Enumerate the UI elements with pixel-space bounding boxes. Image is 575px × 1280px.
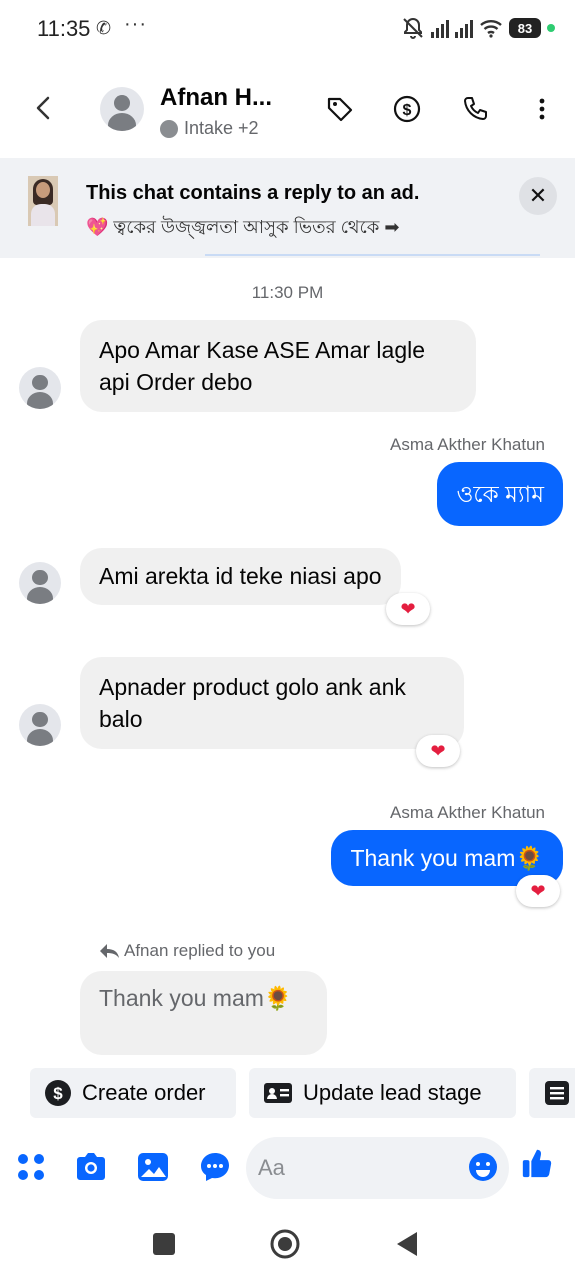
- camera-icon[interactable]: [74, 1150, 108, 1184]
- message-text: balo: [99, 706, 143, 732]
- sender-avatar[interactable]: [19, 367, 61, 409]
- svg-text:$: $: [53, 1084, 63, 1103]
- sender-name: Asma Akther Khatun: [390, 803, 545, 822]
- phone-icon[interactable]: [460, 94, 490, 124]
- mute-bell-icon: [403, 17, 423, 39]
- back-arrow-icon[interactable]: [28, 92, 60, 124]
- more-actions-button[interactable]: [529, 1068, 575, 1118]
- status-icons: 83: [401, 16, 555, 40]
- sender-name: Asma Akther Khatun: [390, 435, 545, 454]
- sender-avatar[interactable]: [19, 562, 61, 604]
- message-text: Apo Amar Kase ASE Amar lagle: [99, 337, 426, 363]
- message-bubble-incoming[interactable]: Ami arekta id teke niasi apo: [80, 548, 401, 605]
- status-time: 11:35: [37, 16, 91, 41]
- recent-apps-icon[interactable]: [152, 1232, 176, 1256]
- emoji-icon[interactable]: [467, 1151, 499, 1183]
- contact-name[interactable]: Afnan H...: [160, 84, 272, 112]
- battery-icon: 83: [509, 18, 541, 38]
- message-bubble-outgoing[interactable]: ওকে ম্যাম: [437, 462, 563, 526]
- message-input[interactable]: [258, 1151, 458, 1185]
- reply-notice-text: Afnan replied to you: [124, 941, 276, 960]
- chat-timestamp: 11:30 PM: [251, 283, 324, 302]
- more-notifications-icon: ···: [124, 13, 147, 35]
- gallery-icon[interactable]: [136, 1150, 170, 1184]
- privacy-indicator-icon: [547, 24, 555, 32]
- back-icon[interactable]: [395, 1230, 419, 1258]
- svg-text:$: $: [403, 102, 412, 119]
- create-order-label: Create order: [82, 1080, 206, 1105]
- tag-icon[interactable]: [325, 94, 355, 124]
- wifi-icon: [480, 20, 502, 38]
- message-text: Apnader product golo ank ank: [99, 674, 406, 700]
- signal-1-icon: [431, 18, 449, 38]
- list-icon: [545, 1081, 569, 1105]
- ad-banner-title: This chat contains a reply to an ad.: [86, 182, 420, 204]
- message-bubble-incoming[interactable]: Apnader product golo ank ank balo: [80, 657, 464, 749]
- message-text: ওকে ম্যাম: [456, 481, 544, 507]
- contact-avatar[interactable]: [100, 87, 144, 131]
- reply-message-bubble[interactable]: Thank you mam🌻: [80, 971, 327, 1055]
- update-lead-stage-label: Update lead stage: [303, 1080, 482, 1105]
- more-options-icon[interactable]: [527, 94, 557, 124]
- dollar-icon: $: [45, 1080, 71, 1106]
- ad-reply-banner[interactable]: This chat contains a reply to an ad. 💖 ত…: [0, 158, 575, 258]
- dollar-icon[interactable]: $: [392, 94, 422, 124]
- phone-call-icon: ✆: [96, 18, 112, 38]
- divider: [205, 254, 540, 256]
- heart-reaction-icon[interactable]: ❤: [416, 735, 460, 767]
- heart-reaction-icon[interactable]: ❤: [516, 875, 560, 907]
- status-bar: 11:35 ✆ ··· 83: [0, 0, 575, 60]
- ad-thumbnail[interactable]: [28, 176, 58, 226]
- close-banner-button[interactable]: ✕: [519, 177, 557, 215]
- apps-menu-icon[interactable]: [14, 1150, 48, 1184]
- message-composer: [0, 1130, 575, 1206]
- message-text: api Order debo: [99, 369, 253, 395]
- reply-notice: Afnan replied to you: [98, 941, 275, 961]
- label-dot-icon: [160, 119, 178, 138]
- ad-banner-subtitle: 💖 ত্বকের উজ্জ্বলতা আসুক ভিতর থেকে ➡: [86, 217, 400, 237]
- heart-reaction-icon[interactable]: ❤: [386, 593, 430, 625]
- system-navigation-bar: [0, 1210, 575, 1280]
- contact-labels[interactable]: Intake +2: [160, 118, 259, 139]
- contact-card-icon: [264, 1083, 292, 1103]
- label-text: Intake +2: [184, 118, 259, 138]
- update-lead-stage-button[interactable]: Update lead stage: [249, 1068, 516, 1118]
- home-icon[interactable]: [269, 1228, 301, 1260]
- message-input-box[interactable]: [246, 1137, 509, 1199]
- message-text: Ami arekta id teke niasi apo: [99, 563, 382, 589]
- message-bubble-incoming[interactable]: Apo Amar Kase ASE Amar lagle api Order d…: [80, 320, 476, 412]
- create-order-button[interactable]: $ Create order: [30, 1068, 236, 1118]
- signal-2-icon: [455, 18, 473, 38]
- message-text: Thank you mam🌻: [99, 985, 293, 1011]
- sender-avatar[interactable]: [19, 704, 61, 746]
- message-text: Thank you mam🌻: [350, 845, 544, 871]
- chat-bubble-icon[interactable]: [198, 1150, 232, 1184]
- reply-arrow-icon: [100, 944, 119, 958]
- conversation-header: Afnan H... Intake +2 $: [0, 60, 575, 158]
- thumbs-up-icon[interactable]: [520, 1146, 554, 1180]
- quick-actions-bar: $ Create order Update lead stage: [0, 1060, 575, 1124]
